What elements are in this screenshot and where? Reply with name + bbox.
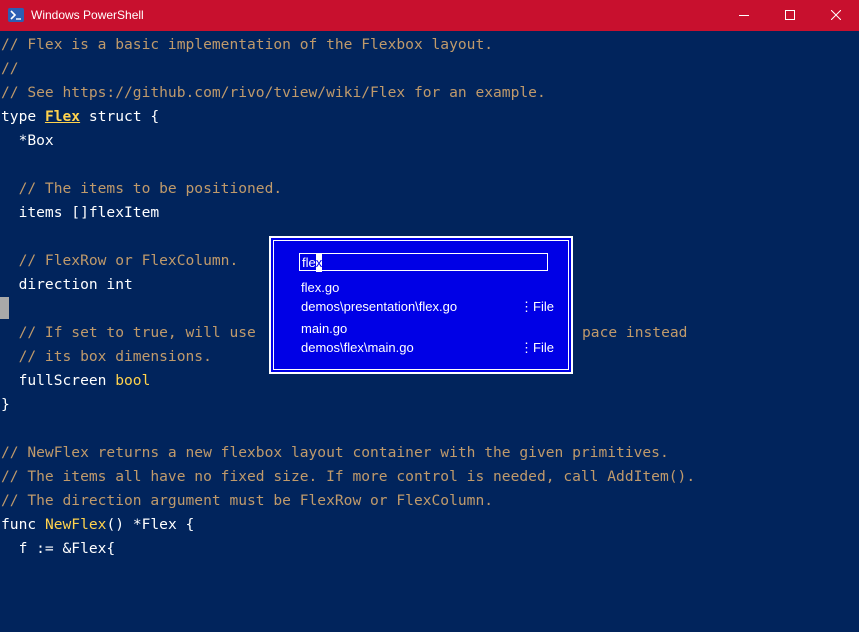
code-line-comment: // See https://github.com/rivo/tview/wik…	[1, 84, 546, 101]
maximize-button[interactable]	[767, 0, 813, 31]
code-line-comment: //	[1, 60, 19, 77]
code-line-comment: // Flex is a basic implementation of the…	[1, 36, 494, 53]
result-type-label: File	[533, 340, 554, 355]
result-path: demos\flex\main.go	[301, 340, 414, 355]
code-line-comment-tail: pace instead	[582, 324, 688, 341]
type-name-flex: Flex	[44, 108, 81, 125]
keyword-struct: struct {	[88, 108, 160, 125]
vertical-ellipsis-icon: ⋮	[520, 299, 533, 314]
result-name: flex.go	[301, 280, 340, 295]
file-search-dialog[interactable]: flex flex.go demos\presentation\flex.go …	[269, 236, 573, 374]
search-caret: x	[315, 254, 323, 272]
code-line-comment: // its box dimensions.	[1, 348, 212, 365]
function-name: NewFlex	[44, 516, 107, 533]
vertical-ellipsis-icon: ⋮	[520, 340, 533, 355]
minimize-button[interactable]	[721, 0, 767, 31]
text-cursor	[0, 297, 9, 319]
result-type: ⋮File	[520, 298, 554, 316]
keyword-func: func	[1, 516, 37, 533]
result-type-label: File	[533, 299, 554, 314]
code-line-comment: // FlexRow or FlexColumn.	[1, 252, 239, 269]
close-button[interactable]	[813, 0, 859, 31]
code-line-statement: f := &Flex{	[1, 540, 116, 557]
result-type: ⋮File	[520, 339, 554, 357]
function-signature: () *Flex {	[106, 516, 195, 533]
code-line-field: *Box	[1, 132, 54, 149]
window-title: Windows PowerShell	[31, 8, 144, 22]
code-line-comment: // NewFlex returns a new flexbox layout …	[1, 444, 669, 461]
code-line-type-decl: type Flex struct {	[1, 105, 159, 129]
powershell-icon	[8, 8, 24, 22]
result-name: main.go	[301, 321, 348, 336]
maximize-icon	[785, 10, 795, 20]
code-line-comment: // If set to true, will use	[1, 324, 256, 341]
code-line-comment: // The items all have no fixed size. If …	[1, 468, 696, 485]
code-line-field: items []flexItem	[1, 204, 160, 221]
code-line-comment: // The items to be positioned.	[1, 180, 283, 197]
result-path: demos\presentation\flex.go	[301, 299, 458, 314]
search-input[interactable]: flex	[299, 253, 548, 272]
search-text: fle	[302, 255, 316, 270]
window-titlebar[interactable]: Windows PowerShell	[0, 0, 859, 31]
dialog-frame: flex flex.go demos\presentation\flex.go …	[273, 240, 569, 370]
code-line-func-decl: func NewFlex() *Flex {	[1, 513, 194, 537]
code-line-field: direction int	[1, 276, 133, 293]
code-line-brace: }	[1, 396, 10, 413]
minimize-icon	[739, 15, 749, 16]
code-line-field: fullScreen bool	[1, 369, 151, 393]
code-line-comment: // The direction argument must be FlexRo…	[1, 492, 494, 509]
close-icon	[831, 10, 841, 20]
keyword-type: type	[1, 108, 37, 125]
field-name: fullScreen	[1, 372, 107, 389]
type-bool: bool	[115, 372, 151, 389]
